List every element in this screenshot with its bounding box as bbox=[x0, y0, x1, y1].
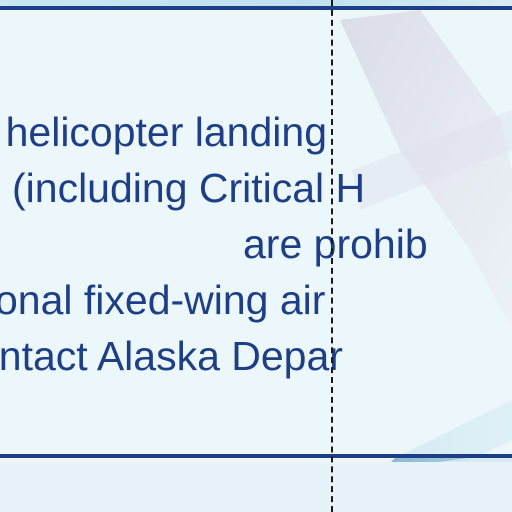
sign-line-3: are prohib bbox=[243, 221, 428, 267]
sign-line-2: (including Critical H bbox=[12, 165, 366, 211]
sign-line-1: ll helicopter landing bbox=[0, 109, 328, 155]
sign-image: ll helicopter landing (including Critica… bbox=[0, 0, 512, 512]
dashed-divider bbox=[331, 0, 333, 512]
sign-line-4: onal fixed-wing air bbox=[0, 277, 326, 323]
bottom-area bbox=[0, 462, 512, 512]
sign-line-5: ontact Alaska Depar bbox=[0, 333, 343, 379]
